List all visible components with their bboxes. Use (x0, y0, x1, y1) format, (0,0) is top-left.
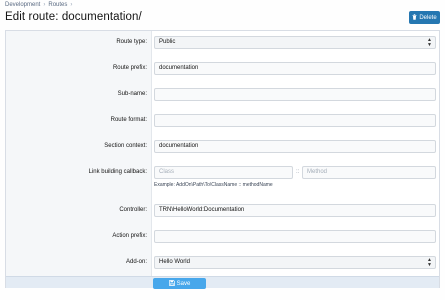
addon-value: Hello World (159, 259, 190, 265)
page-title: Edit route: documentation/ (5, 11, 142, 23)
breadcrumb-separator-icon: › (70, 2, 73, 8)
breadcrumb: Development › Routes › (5, 2, 72, 8)
callback-hint: Example: AddOn\Path\To\ClassName :: meth… (154, 182, 273, 188)
link-callback-label: Link building callback: (88, 169, 147, 175)
route-format-label: Route format: (110, 117, 147, 123)
callback-class-input[interactable]: Class (154, 166, 293, 179)
addon-label: Add-on: (125, 259, 147, 265)
callback-separator: :: (296, 169, 300, 175)
route-edit-form: Route type: Public ▲ ▼ Route prefix: docu… (5, 30, 440, 289)
addon-select[interactable]: Hello World ▲ ▼ (154, 256, 436, 269)
section-context-value: documentation (159, 143, 199, 149)
breadcrumb-routes[interactable]: Routes (48, 2, 67, 8)
trash-icon (412, 13, 417, 22)
action-prefix-input[interactable] (154, 230, 436, 243)
route-type-select[interactable]: Public ▲ ▼ (154, 36, 436, 49)
route-prefix-label: Route prefix: (112, 65, 147, 71)
route-format-input[interactable] (154, 114, 436, 127)
controller-input[interactable]: TRN\HelloWorld:Documentation (154, 204, 436, 217)
sub-name-label: Sub-name: (117, 91, 147, 97)
route-prefix-input[interactable]: documentation (154, 62, 436, 75)
sub-name-input[interactable] (154, 88, 436, 101)
callback-method-placeholder: Method (307, 169, 328, 175)
callback-class-placeholder: Class (159, 169, 175, 175)
controller-label: Controller: (119, 207, 147, 213)
action-prefix-label: Action prefix: (112, 233, 147, 239)
section-context-label: Section context: (104, 143, 147, 149)
section-context-input[interactable]: documentation (154, 140, 436, 153)
select-arrows-icon: ▲ ▼ (427, 36, 432, 48)
route-type-value: Public (159, 39, 176, 45)
delete-button-label: Delete (419, 14, 437, 21)
breadcrumb-development[interactable]: Development (5, 2, 40, 8)
save-button-label: Save (176, 280, 191, 287)
controller-value: TRN\HelloWorld:Documentation (159, 207, 245, 213)
route-type-label: Route type: (116, 39, 147, 45)
callback-method-input[interactable]: Method (302, 166, 436, 179)
save-button[interactable]: Save (153, 278, 206, 289)
save-icon (168, 279, 175, 288)
form-footer: Save (6, 276, 439, 289)
breadcrumb-separator-icon: › (43, 2, 46, 8)
select-arrows-icon: ▲ ▼ (427, 256, 432, 268)
delete-button[interactable]: Delete (409, 11, 440, 24)
route-prefix-value: documentation (159, 65, 199, 71)
